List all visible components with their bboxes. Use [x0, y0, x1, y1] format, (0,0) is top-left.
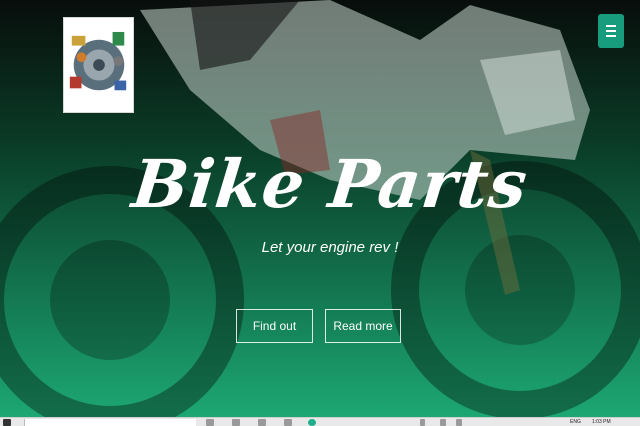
read-more-button[interactable]: Read more — [325, 309, 401, 343]
browser-icon[interactable] — [308, 419, 316, 426]
task-view-icon[interactable] — [206, 419, 214, 426]
network-icon[interactable] — [440, 419, 446, 426]
taskbar-search-box[interactable] — [24, 419, 196, 426]
find-out-button[interactable]: Find out — [236, 309, 313, 343]
bike-parts-logo-icon — [69, 31, 127, 91]
hamburger-menu-button[interactable] — [598, 14, 624, 48]
file-explorer-icon[interactable] — [232, 419, 240, 426]
hero-section: Bike Parts Let your engine rev ! Find ou… — [0, 0, 640, 417]
start-icon[interactable] — [3, 419, 11, 426]
hero-tagline: Let your engine rev ! — [261, 239, 399, 256]
site-logo[interactable] — [63, 17, 134, 113]
menu-line-icon — [606, 30, 616, 32]
taskbar-clock[interactable]: 1:03 PM — [592, 419, 611, 426]
volume-icon[interactable] — [456, 419, 462, 426]
menu-line-icon — [606, 35, 616, 37]
windows-taskbar: ENG 1:03 PM — [0, 417, 640, 426]
tray-chevron-icon[interactable] — [420, 419, 425, 426]
app-icon[interactable] — [258, 419, 266, 426]
menu-line-icon — [606, 25, 616, 27]
hero-title: Bike Parts — [128, 145, 532, 223]
app-icon[interactable] — [284, 419, 292, 426]
language-indicator[interactable]: ENG — [570, 419, 581, 426]
